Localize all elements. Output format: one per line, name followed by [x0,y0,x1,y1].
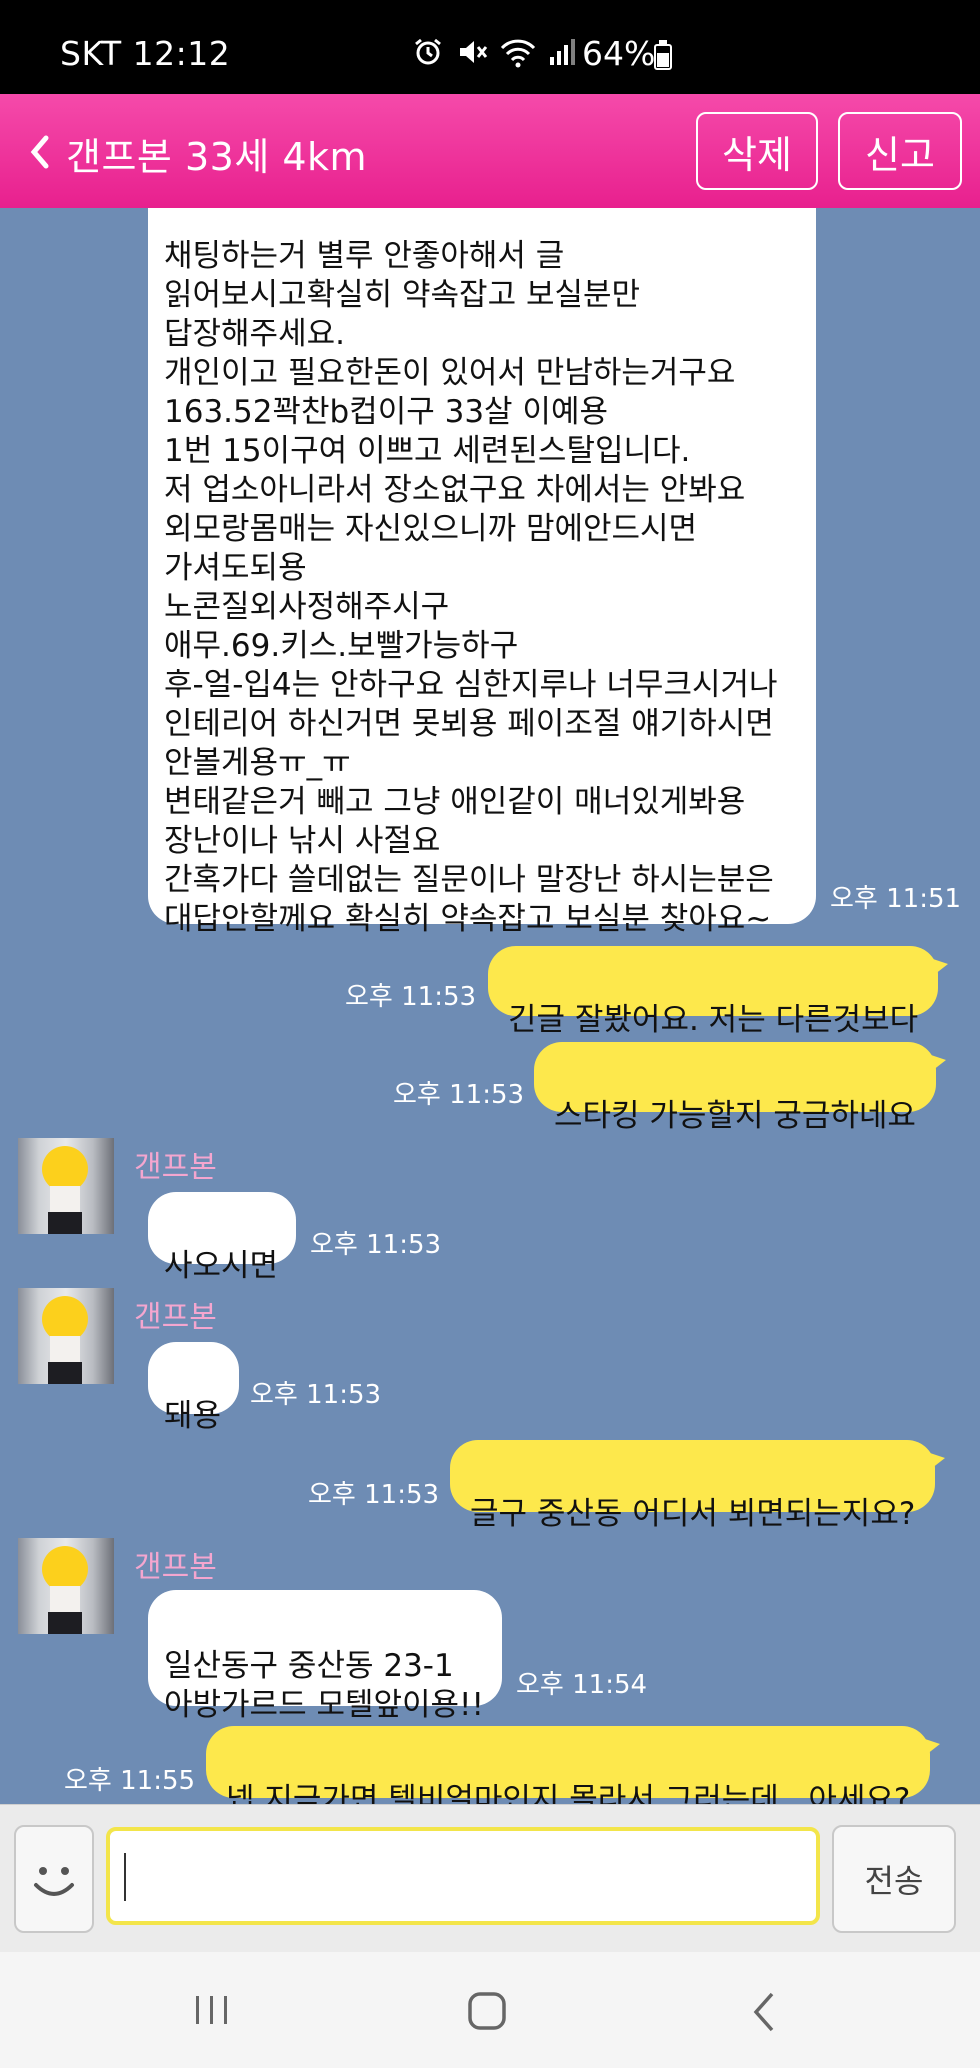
message-input-bar: 전송 [0,1804,980,1952]
message-time: 오후 11:53 [310,1230,442,1260]
sender-name: 갠프본 [134,1300,217,1335]
status-icons [412,36,576,68]
mute-icon [460,41,488,63]
message-text: 넵 지금가면 텔비얼마인지 몰라서 그러는데.. 아세요? [226,1782,911,1804]
message-input[interactable] [106,1827,820,1925]
message-text: 돼용 [164,1398,222,1434]
alarm-icon [415,38,441,65]
message-time: 오후 11:53 [393,1080,525,1110]
emoji-icon [34,1867,74,1896]
outgoing-message-bubble[interactable]: 글구 중산동 어디서 뵈면되는지요? [450,1440,946,1532]
home-icon[interactable] [464,1988,512,2036]
chat-header: 갠프본 33세 4km 삭제 신고 [0,94,980,208]
sender-name: 갠프본 [134,1550,217,1585]
chat-area[interactable]: 채팅하는거 별루 안좋아해서 글 읽어보시고확실히 약속잡고 보실분만 답장해주… [0,208,980,1804]
report-button[interactable]: 신고 [838,112,962,190]
message-time: 오후 11:53 [308,1480,440,1510]
message-text: 채팅하는거 별루 안좋아해서 글 읽어보시고확실히 약속잡고 보실분만 답장해주… [164,238,778,937]
battery-icon [654,40,672,70]
avatar[interactable] [18,1538,114,1634]
carrier-time: SKT 12:12 [60,34,231,73]
message-time: 오후 11:53 [250,1380,382,1410]
nav-back-icon[interactable] [744,1988,788,2036]
emoji-button[interactable] [14,1825,94,1933]
back-chevron-icon[interactable] [22,130,58,174]
battery-percent: 64% [582,34,656,73]
message-text: 글구 중산동 어디서 뵈면되는지요? [470,1496,916,1532]
avatar[interactable] [18,1288,114,1384]
message-text: 긴글 잘봤어요. 저는 다른것보다 [508,1002,919,1038]
chat-title[interactable]: 갠프본 33세 4km [66,126,367,181]
recent-apps-icon[interactable] [190,1988,234,2032]
system-nav-bar [0,1952,980,2068]
outgoing-message-bubble[interactable]: 긴글 잘봤어요. 저는 다른것보다 [488,946,949,1038]
message-time: 오후 11:55 [64,1766,196,1796]
delete-button[interactable]: 삭제 [696,112,818,190]
wifi-icon [500,39,536,68]
message-text: 사오시면 [164,1248,279,1284]
message-time: 오후 11:53 [345,982,477,1012]
sender-name: 갠프본 [134,1150,217,1185]
send-button[interactable]: 전송 [832,1825,956,1933]
text-caret [124,1853,126,1901]
message-time: 오후 11:51 [830,884,962,914]
incoming-message-bubble[interactable]: 일산동구 중산동 23-1 아방가르드 모텔앞이용!! [148,1590,502,1723]
outgoing-message-bubble[interactable]: 스타킹 가능할지 궁금하네요 [534,1042,946,1134]
avatar[interactable] [18,1138,114,1234]
message-text: 스타킹 가능할지 궁금하네요 [554,1098,916,1134]
signal-icon [550,39,575,65]
status-bar: SKT 12:12 64% [0,0,980,94]
incoming-message-bubble[interactable]: 채팅하는거 별루 안좋아해서 글 읽어보시고확실히 약속잡고 보실분만 답장해주… [148,208,816,937]
outgoing-message-bubble[interactable]: 넵 지금가면 텔비얼마인지 몰라서 그러는데.. 아세요? [206,1726,941,1804]
message-time: 오후 11:54 [516,1670,648,1700]
message-text: 일산동구 중산동 23-1 아방가르드 모텔앞이용!! [164,1648,484,1723]
incoming-message-bubble[interactable]: 사오시면 [148,1192,297,1284]
incoming-message-bubble[interactable]: 돼용 [148,1342,240,1434]
